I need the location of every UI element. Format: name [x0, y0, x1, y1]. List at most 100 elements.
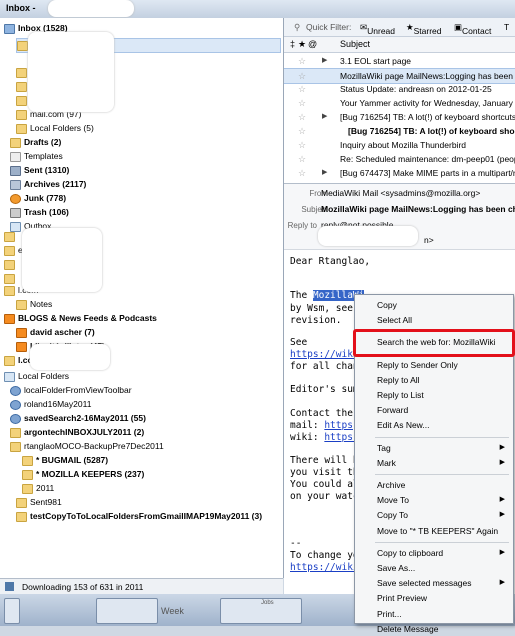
folder-item[interactable]: * BUGMAIL (5287) — [22, 454, 108, 467]
menu-item[interactable]: Tag ▶ — [355, 441, 513, 455]
thread-row[interactable]: ☆ ▶ 3.1 EOL start page — [284, 54, 515, 68]
folder-label: Local Folders (5) — [30, 123, 94, 133]
thread-column-icon[interactable]: ‡ — [290, 39, 295, 49]
star-icon[interactable]: ☆ — [298, 166, 306, 180]
folder-item[interactable]: savedSearch2-16May2011 (55) — [10, 412, 146, 425]
star-column-icon[interactable]: ★ — [298, 39, 306, 50]
menu-item[interactable]: Print Preview — [355, 591, 513, 605]
thread-row[interactable]: ☆ [Bug 716254] TB: A lot(!) of keyboard s… — [284, 124, 515, 138]
menu-item[interactable]: Reply to List — [355, 388, 513, 402]
menu-item[interactable]: Mark ▶ — [355, 456, 513, 470]
menu-separator — [375, 474, 509, 475]
folder-item[interactable]: BLOGS & News Feeds & Podcasts — [4, 312, 157, 325]
folder-label: Notes — [30, 299, 53, 309]
star-icon[interactable]: ☆ — [298, 54, 306, 68]
menu-item-label: Reply to List — [377, 390, 424, 400]
star-icon[interactable]: ☆ — [298, 69, 306, 83]
menu-item[interactable]: Copy to clipboard ▶ — [355, 546, 513, 560]
quick-filter-unread-button[interactable]: ✉ Unread — [360, 22, 395, 36]
folder-item[interactable]: roland16May2011 — [10, 398, 91, 411]
highlight-annotation — [353, 329, 515, 357]
body-link[interactable]: https — [324, 420, 353, 431]
from-value[interactable]: MediaWiki Mail <sysadmins@mozilla.org> — [321, 188, 480, 198]
folder-item[interactable]: 2011 — [22, 482, 54, 495]
folder-item[interactable]: Local Folders (5) — [16, 122, 94, 135]
menu-item[interactable]: Forward — [355, 403, 513, 417]
star-icon[interactable]: ☆ — [298, 138, 306, 152]
menu-item[interactable]: Edit As New... — [355, 418, 513, 432]
menu-item[interactable]: Delete Message — [355, 622, 513, 636]
subject-column-header[interactable]: Subject — [340, 39, 370, 49]
menu-item[interactable]: Move To ▶ — [355, 493, 513, 507]
thread-twisty-icon[interactable]: ▶ — [322, 54, 327, 68]
folder-label: Sent (1310) — [24, 165, 70, 175]
folder-folder-icon — [4, 231, 15, 242]
folder-item[interactable]: testCopyToToLocalFoldersFromGmailIMAP19M… — [16, 510, 262, 523]
window-title: Inbox - — [6, 3, 36, 13]
folder-item[interactable] — [4, 258, 18, 271]
folder-label: savedSearch2-16May2011 (55) — [24, 413, 146, 423]
quick-filter-contact-button[interactable]: ▣ Contact — [454, 22, 491, 36]
folder-item[interactable]: Archives (2117) — [10, 178, 86, 191]
folder-item[interactable]: Templates — [10, 150, 63, 163]
folder-item[interactable]: Notes — [16, 298, 52, 311]
folder-item[interactable]: Trash (106) — [10, 206, 69, 219]
folder-item[interactable]: Local Folders — [4, 370, 69, 383]
menu-item[interactable]: Save As... — [355, 561, 513, 575]
thread-subject: MozillaWiki page MailNews:Logging has be… — [340, 71, 515, 81]
folder-label: testCopyToToLocalFoldersFromGmailIMAP19M… — [30, 511, 263, 521]
folder-item[interactable]: argontechINBOXJULY2011 (2) — [10, 426, 144, 439]
folder-item[interactable]: Sent981 — [16, 496, 62, 509]
folder-item[interactable]: localFolderFromViewToolbar — [10, 384, 132, 397]
context-menu: Copy Select All Search the web for: Mozill… — [353, 294, 515, 634]
menu-item[interactable]: Copy To ▶ — [355, 508, 513, 522]
thread-row[interactable]: ☆ Inquiry about Mozilla Thunderbird — [284, 138, 515, 152]
menu-item[interactable]: Select All — [355, 313, 513, 327]
star-icon[interactable]: ☆ — [298, 152, 306, 166]
folder-folder-icon — [17, 40, 28, 51]
folder-item[interactable]: rtanglaoMOCO-BackupPre7Dec2011 — [10, 440, 164, 453]
body-link[interactable]: https://wiki — [290, 562, 359, 573]
quick-filter-bar: ⚲ Quick Filter: ✉ Unread ★ Starred ▣ Con… — [284, 18, 515, 37]
thread-row[interactable]: ☆ ▶ [Bug 674473] Make MIME parts in a mult… — [284, 166, 515, 180]
thread-twisty-icon[interactable]: ▶ — [322, 166, 327, 180]
thread-row[interactable]: ☆ Status Update: andreasn on 2012-01-25 — [284, 82, 515, 96]
taskbar-item[interactable]: Jobs — [220, 598, 302, 624]
thread-row[interactable]: ☆ Re: Scheduled maintenance: dm-peep01 (p… — [284, 152, 515, 166]
menu-item-label: Print Preview — [377, 593, 428, 604]
menu-item[interactable]: Reply to Sender Only — [355, 358, 513, 372]
folder-item[interactable]: david ascher (7) — [16, 326, 95, 339]
thread-row[interactable]: ☆ Your Yammer activity for Wednesday, Jan… — [284, 96, 515, 110]
taskbar-item[interactable]: Week — [96, 598, 184, 624]
folder-label: argontechINBOXJULY2011 (2) — [24, 427, 145, 437]
star-icon[interactable]: ☆ — [298, 124, 306, 138]
quick-filter-icon[interactable]: ⚲ — [294, 22, 300, 33]
menu-item[interactable]: Reply to All — [355, 373, 513, 387]
body-line: for all chan — [290, 361, 359, 372]
folder-item[interactable]: Sent (1310) — [10, 164, 69, 177]
menu-item[interactable]: Move to "* TB KEEPERS" Again — [355, 524, 513, 538]
star-icon[interactable]: ☆ — [298, 96, 306, 110]
body-link[interactable]: https://wiki — [290, 349, 359, 360]
folder-item[interactable]: * MOZILLA KEEPERS (237) — [22, 468, 144, 481]
to-value[interactable]: n> — [424, 235, 434, 245]
thread-pane[interactable]: ⚲ Quick Filter: ✉ Unread ★ Starred ▣ Con… — [284, 18, 515, 183]
star-icon[interactable]: ☆ — [298, 82, 306, 96]
taskbar-item[interactable] — [4, 598, 20, 624]
menu-item[interactable]: Save selected messages ▶ — [355, 576, 513, 590]
folder-folder-icon — [16, 123, 27, 134]
folder-item[interactable]: Junk (778) — [10, 192, 66, 205]
quick-filter-tags-button[interactable]: T — [504, 22, 509, 32]
quick-filter-starred-button[interactable]: ★ Starred — [406, 22, 442, 36]
folder-item[interactable] — [4, 230, 18, 243]
thread-row[interactable]: ☆ ▶ [Bug 716254] TB: A lot(!) of keyboard … — [284, 110, 515, 124]
star-icon[interactable]: ☆ — [298, 110, 306, 124]
rss-folder-icon — [4, 313, 15, 324]
folder-label: Local Folders — [18, 371, 70, 381]
thread-twisty-icon[interactable]: ▶ — [322, 110, 327, 124]
folder-item[interactable]: Drafts (2) — [10, 136, 61, 149]
menu-item[interactable]: Archive — [355, 478, 513, 492]
menu-item[interactable]: Print... — [355, 607, 513, 621]
attachment-column-icon[interactable]: @ — [308, 39, 317, 49]
menu-item[interactable]: Copy — [355, 298, 513, 312]
